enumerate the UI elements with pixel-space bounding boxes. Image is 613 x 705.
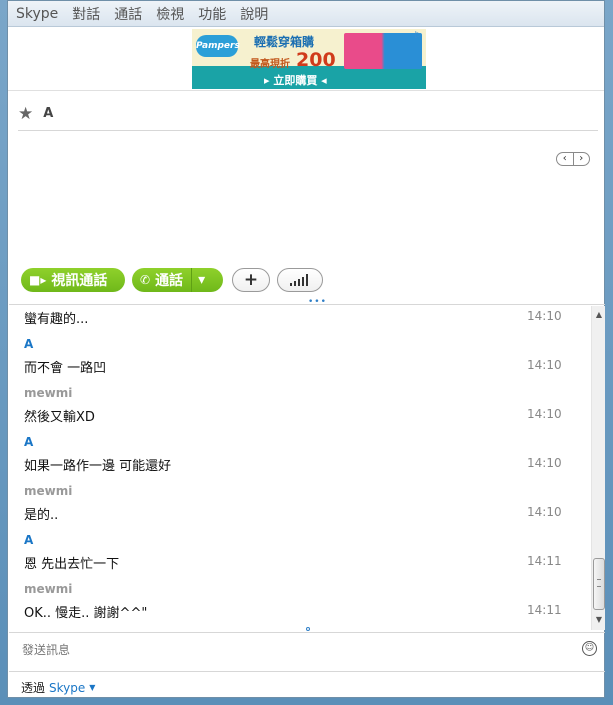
ad-banner[interactable]: Pampers 輕鬆穿箱購 最高現折 200 ▸ 立即購買 ◂ ▷ [192, 29, 426, 89]
ad-area: Pampers 輕鬆穿箱購 最高現折 200 ▸ 立即購買 ◂ ▷ [8, 27, 604, 91]
menu-conversation[interactable]: 對話 [72, 4, 100, 24]
scroll-grip [597, 579, 601, 587]
message-text: OK.. 慢走.. 謝謝^^" [24, 606, 148, 621]
contact-name[interactable]: A [43, 106, 53, 121]
menu-help[interactable]: 說明 [240, 4, 268, 24]
typing-indicator-icon [306, 627, 310, 631]
call-dropdown-icon[interactable]: ▾ [198, 272, 205, 288]
message-text: 恩 先出去忙一下 [24, 557, 120, 572]
video-camera-icon: ■▸ [29, 273, 47, 287]
menu-call[interactable]: 通話 [114, 4, 142, 24]
message-sender: A [24, 435, 34, 449]
scroll-down-arrow-icon[interactable]: ▼ [592, 613, 605, 627]
ad-cta: ▸ 立即購買 ◂ [264, 74, 327, 87]
message-text: 蠻有趣的... [24, 312, 89, 327]
chat-scrollbar[interactable]: ▲ ▼ [591, 306, 605, 630]
signal-bars-icon [290, 274, 310, 286]
call-label: 通話 [155, 273, 184, 289]
message-time: 14:10 [527, 407, 562, 421]
ad-info-icon[interactable]: ▷ [415, 30, 422, 40]
message-text: 然後又輸XD [24, 410, 95, 425]
contact-header: ★ A [18, 97, 598, 131]
message-sender: A [24, 337, 34, 351]
call-quality-button[interactable] [277, 268, 323, 292]
video-call-label: 視訊通話 [51, 273, 108, 289]
message-time: 14:11 [527, 554, 562, 568]
ad-headline: 輕鬆穿箱購 [254, 35, 315, 49]
message-sender: mewmi [24, 582, 73, 596]
message-sender: mewmi [24, 386, 73, 400]
menu-tools[interactable]: 功能 [198, 4, 226, 24]
pager-next-button[interactable]: › [574, 153, 590, 165]
menu-skype[interactable]: Skype [16, 6, 58, 22]
footer: 透過 Skype ▼ [21, 679, 95, 696]
menu-bar: Skype 對話 通話 檢視 功能 說明 [8, 1, 604, 27]
menu-view[interactable]: 檢視 [156, 4, 184, 24]
add-people-button[interactable]: + [232, 268, 270, 292]
message-input[interactable]: 發送訊息 [22, 641, 70, 658]
star-icon[interactable]: ★ [18, 104, 33, 124]
video-call-button[interactable]: ■▸ 視訊通話 [21, 268, 125, 292]
chevron-down-icon[interactable]: ▼ [89, 683, 95, 692]
pager-prev-button[interactable]: ‹ [557, 153, 574, 165]
send-via-link[interactable]: Skype [49, 681, 85, 695]
ad-brand-logo: Pampers [196, 35, 240, 57]
chat-history: 蠻有趣的... 14:10 A 而不會 一路凹 14:10 mewmi 然後又輸… [9, 304, 605, 630]
message-text: 而不會 一路凹 [24, 361, 107, 376]
call-button-divider [191, 268, 193, 292]
message-time: 14:10 [527, 309, 562, 323]
plus-icon: + [243, 270, 259, 290]
message-sender: A [24, 533, 34, 547]
phone-icon: ✆ [140, 273, 151, 287]
footer-prefix: 透過 [21, 681, 46, 695]
emoticon-icon[interactable]: ☺ [582, 641, 597, 656]
ad-amount: 200 [296, 49, 336, 71]
skype-window: Skype 對話 通話 檢視 功能 說明 Pampers 輕鬆穿箱購 最高現折 … [7, 0, 605, 698]
message-time: 14:11 [527, 603, 562, 617]
message-time: 14:10 [527, 358, 562, 372]
message-text: 如果一路作一邊 可能還好 [24, 459, 172, 474]
ad-product-image [344, 33, 422, 69]
message-input-area[interactable]: 發送訊息 ☺ [9, 632, 605, 672]
ad-sub-label: 最高現折 [250, 59, 290, 70]
pager-control: ‹ › [556, 152, 590, 166]
call-button[interactable]: ✆ 通話 ▾ [132, 268, 223, 292]
message-sender: mewmi [24, 484, 73, 498]
message-time: 14:10 [527, 505, 562, 519]
scroll-thumb[interactable] [593, 558, 605, 610]
message-time: 14:10 [527, 456, 562, 470]
scroll-up-arrow-icon[interactable]: ▲ [592, 308, 605, 322]
message-text: 是的.. [24, 508, 59, 523]
